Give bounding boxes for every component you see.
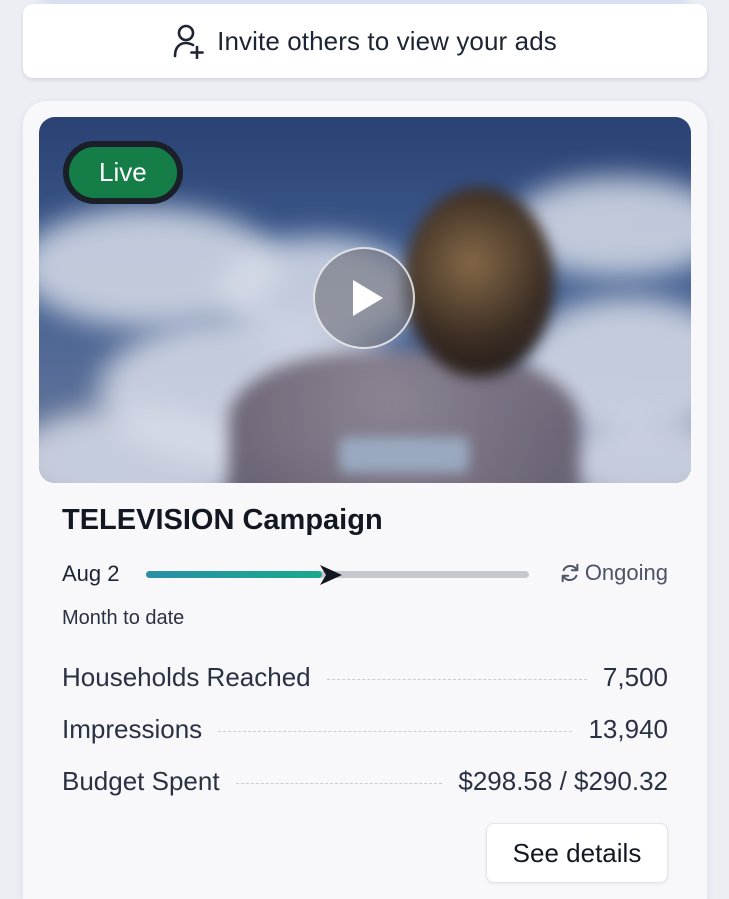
dotted-leader [218, 730, 573, 732]
refresh-icon [561, 563, 579, 583]
stat-value: 13,940 [588, 713, 668, 744]
live-status-label: Live [99, 157, 147, 187]
stat-label: Impressions [62, 713, 203, 744]
dotted-leader [326, 678, 587, 680]
play-icon [353, 280, 383, 316]
campaign-video-thumbnail[interactable]: Live [39, 117, 691, 483]
play-button[interactable] [313, 247, 415, 349]
campaign-card: Live TELEVISION Campaign Aug 2 Ongoing M… [23, 101, 707, 899]
campaign-timeline: Aug 2 Ongoing [62, 559, 668, 591]
period-label: Month to date [62, 607, 185, 629]
stat-value: $298.58 / $290.32 [458, 765, 668, 796]
campaign-progress-track [146, 565, 529, 585]
stat-label: Budget Spent [62, 765, 220, 796]
stat-row-impressions: Impressions 13,940 [62, 703, 668, 755]
stat-row-budget: Budget Spent $298.58 / $290.32 [62, 755, 668, 807]
ongoing-status: Ongoing [559, 560, 668, 586]
start-date: Aug 2 [62, 561, 120, 586]
invite-label: Invite others to view your ads [217, 25, 557, 56]
live-status-badge: Live [63, 141, 183, 204]
ongoing-label: Ongoing [584, 560, 668, 585]
stat-value: 7,500 [602, 661, 668, 692]
see-details-button[interactable]: See details [486, 823, 668, 883]
campaign-title: TELEVISION Campaign [62, 504, 383, 536]
stat-label: Households Reached [62, 661, 311, 692]
campaign-stats: Households Reached 7,500 Impressions 13,… [62, 651, 668, 807]
invite-others-button[interactable]: Invite others to view your ads [23, 4, 707, 78]
progress-arrow-icon [320, 565, 342, 585]
campaign-progress-fill [146, 571, 322, 578]
add-user-icon [173, 24, 204, 59]
stat-row-households: Households Reached 7,500 [62, 651, 668, 703]
dotted-leader [235, 782, 443, 784]
